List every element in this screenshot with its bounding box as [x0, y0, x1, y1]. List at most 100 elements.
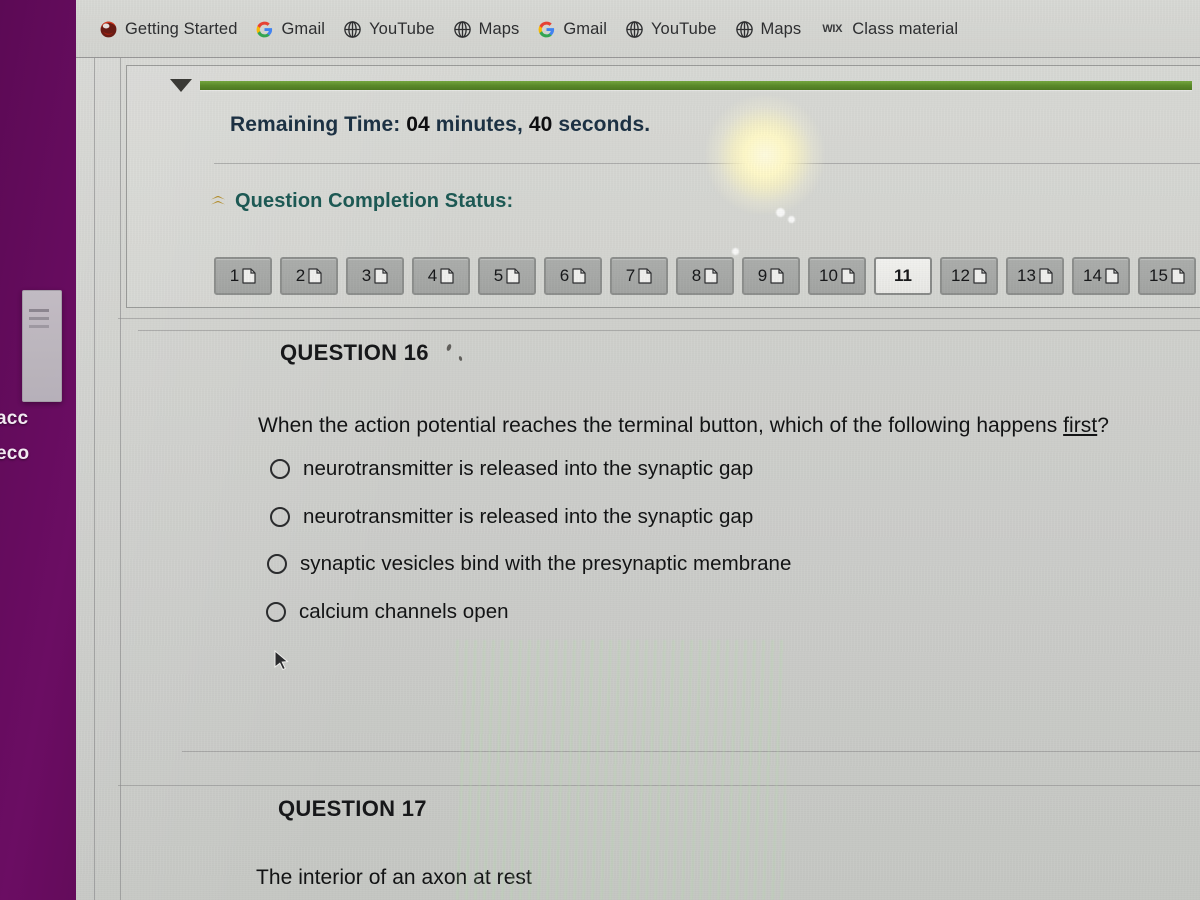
bezel-seam	[94, 0, 95, 900]
collapse-triangle-icon[interactable]	[170, 78, 192, 92]
qnum-label: 6	[559, 266, 570, 285]
bookmarks-bar: Getting Started Gmail YouTube Maps Gmail…	[76, 0, 1200, 58]
qnum-label: 5	[493, 266, 504, 285]
page-icon	[770, 268, 784, 284]
qnum-label: 10	[819, 266, 838, 285]
monitor-screen: Getting Started Gmail YouTube Maps Gmail…	[76, 0, 1200, 900]
question-number-button-13[interactable]: 13	[1006, 257, 1064, 295]
question-number-button-4[interactable]: 4	[412, 257, 470, 295]
bookmarks-bar-divider	[76, 57, 1200, 58]
remaining-time: Remaining Time: 04 minutes, 40 seconds.	[230, 113, 650, 137]
page-icon	[638, 268, 652, 284]
bookmark-youtube-1[interactable]: YouTube	[334, 17, 444, 42]
wix-icon: WIX	[822, 22, 843, 35]
radio-button[interactable]	[270, 507, 290, 527]
question-block-16: QUESTION 16 When the action potential re…	[118, 340, 1200, 624]
page-icon	[242, 268, 256, 284]
bookmark-label: Gmail	[563, 19, 607, 38]
remaining-seconds: 40	[528, 113, 553, 136]
page-icon	[841, 268, 855, 284]
question-number-button-8[interactable]: 8	[676, 257, 734, 295]
radio-button[interactable]	[267, 554, 287, 574]
remaining-time-label: Remaining Time:	[230, 113, 401, 136]
qnum-label: 11	[894, 266, 912, 285]
question-number-button-10[interactable]: 10	[808, 257, 866, 295]
qnum-label: 8	[691, 266, 702, 285]
question-completion-status[interactable]: Question Completion Status:	[210, 190, 513, 213]
bookmark-gmail-2[interactable]: Gmail	[528, 17, 616, 42]
question-number-button-6[interactable]: 6	[544, 257, 602, 295]
globe-icon	[453, 20, 471, 38]
screenshot-root: acc eco Getting Started Gmail YouTube Ma…	[0, 0, 1200, 900]
answer-option[interactable]: neurotransmitter is released into the sy…	[270, 457, 1200, 481]
exam-content: Remaining Time: 04 minutes, 40 seconds. …	[118, 62, 1200, 900]
question-number-button-11[interactable]: 11	[874, 257, 932, 295]
globe-icon	[344, 20, 361, 38]
qnum-label: 14	[1083, 266, 1102, 285]
answer-option-label: neurotransmitter is released into the sy…	[303, 457, 754, 480]
globe-icon	[735, 20, 753, 38]
panel-header-bar	[126, 76, 1192, 94]
bookmark-class-material[interactable]: WIX Class material	[810, 17, 967, 42]
desktop-text-fragment-1: acc	[0, 408, 29, 429]
question-number-button-1[interactable]: 1	[214, 257, 272, 295]
qnum-label: 12	[951, 266, 970, 285]
question-number-list: 1 2 3 4 5 6 7 8 9 10 11 12 13 14 15 16	[214, 257, 1200, 295]
page-icon	[1171, 268, 1185, 284]
page-icon	[572, 268, 586, 284]
question-number-button-15[interactable]: 15	[1138, 257, 1196, 295]
bookmark-maps-1[interactable]: Maps	[444, 17, 529, 42]
bookmark-getting-started[interactable]: Getting Started	[90, 17, 246, 42]
radio-button[interactable]	[266, 602, 286, 622]
bookmark-label: Maps	[478, 19, 520, 38]
green-divider-bar	[200, 80, 1192, 90]
qnum-label: 9	[757, 266, 768, 285]
question-number-button-7[interactable]: 7	[610, 257, 668, 295]
bookmark-label: Class material	[852, 19, 959, 38]
question-stem: The interior of an axon at rest	[256, 866, 1200, 890]
question-number-button-5[interactable]: 5	[478, 257, 536, 295]
page-icon	[973, 268, 987, 284]
bookmark-label: Getting Started	[125, 19, 238, 38]
page-icon	[440, 268, 454, 284]
qnum-label: 7	[625, 266, 636, 285]
answer-option-label: synaptic vesicles bind with the presynap…	[300, 552, 792, 575]
radio-button[interactable]	[270, 459, 290, 479]
bookmark-label: Gmail	[281, 19, 326, 38]
page-icon	[704, 268, 718, 284]
answer-option[interactable]: neurotransmitter is released into the sy…	[270, 505, 1200, 529]
desktop-text-fragment-2: eco	[0, 443, 30, 464]
chevron-up-icon[interactable]	[210, 194, 226, 210]
qnum-label: 15	[1149, 266, 1168, 285]
mouse-cursor	[274, 650, 289, 671]
desktop-window-fragment	[22, 290, 62, 402]
question-number-button-9[interactable]: 9	[742, 257, 800, 295]
google-g-icon	[538, 21, 555, 37]
firefox-icon	[100, 21, 117, 37]
question-number-button-2[interactable]: 2	[280, 257, 338, 295]
question-number-button-14[interactable]: 14	[1072, 257, 1130, 295]
qnum-label: 1	[229, 266, 240, 285]
divider	[138, 330, 1200, 331]
qnum-label: 2	[295, 266, 306, 285]
stem-emphasis: first	[1063, 414, 1098, 437]
qnum-label: 13	[1017, 266, 1036, 285]
page-icon	[374, 268, 388, 284]
bookmark-label: Maps	[760, 19, 802, 38]
bookmark-gmail-1[interactable]: Gmail	[246, 17, 334, 42]
question-completion-status-label: Question Completion Status:	[235, 190, 514, 212]
page-icon	[308, 268, 322, 284]
question-title: QUESTION 16	[280, 340, 429, 365]
bookmark-label: YouTube	[369, 19, 435, 38]
bookmark-maps-2[interactable]: Maps	[726, 17, 811, 42]
bookmark-label: YouTube	[650, 19, 717, 38]
answer-option[interactable]: calcium channels open	[266, 600, 1200, 624]
question-number-button-12[interactable]: 12	[940, 257, 998, 295]
question-number-button-3[interactable]: 3	[346, 257, 404, 295]
bookmark-youtube-2[interactable]: YouTube	[616, 17, 726, 42]
answer-option-label: calcium channels open	[299, 600, 509, 623]
divider	[118, 785, 1200, 786]
qnum-label: 3	[361, 266, 372, 285]
answer-option[interactable]: synaptic vesicles bind with the presynap…	[267, 552, 1200, 576]
divider	[214, 163, 1200, 164]
